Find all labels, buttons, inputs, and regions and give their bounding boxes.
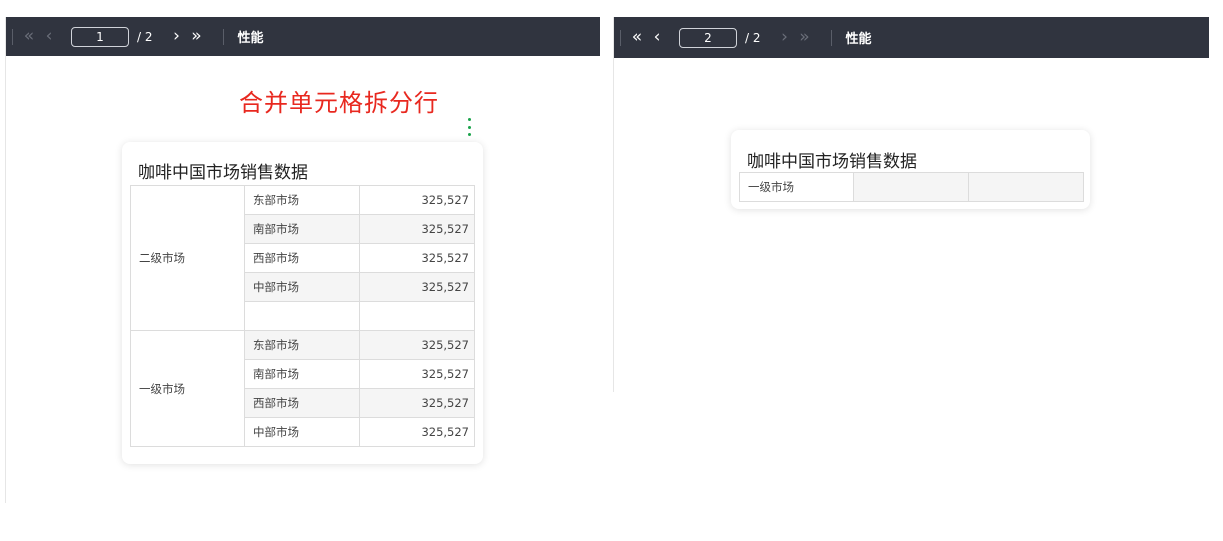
card-title: 咖啡中国市场销售数据 (138, 163, 308, 183)
table-card: 咖啡中国市场销售数据 二级市场 东部市场 325,527 南部市场 325,52… (122, 142, 483, 464)
toolbar-divider (222, 28, 224, 45)
card-title: 咖啡中国市场销售数据 (747, 152, 917, 172)
first-page-icon[interactable]: « (19, 28, 39, 45)
value-cell (968, 172, 1084, 202)
performance-button[interactable]: 性能 (238, 27, 264, 46)
last-page-icon[interactable]: » (795, 29, 815, 46)
first-page-icon[interactable]: « (627, 29, 647, 46)
page-total: / 2 (745, 30, 761, 45)
toolbar-divider (620, 29, 621, 46)
more-menu-icon[interactable] (465, 118, 473, 136)
report-heading: 合并单元格拆分行 (239, 89, 439, 117)
sales-table: 一级市场 (739, 172, 1084, 202)
next-page-icon[interactable]: › (775, 29, 795, 46)
table-card: 咖啡中国市场销售数据 一级市场 (731, 130, 1090, 209)
value-cell: 325,527 (359, 185, 475, 215)
group-cell: 一级市场 (739, 172, 854, 202)
market-cell (244, 301, 360, 331)
pagination-toolbar: « ‹ 1 / 2 › » 性能 (6, 17, 600, 56)
prev-page-icon[interactable]: ‹ (647, 29, 667, 46)
value-cell: 325,527 (359, 214, 475, 244)
value-cell: 325,527 (359, 388, 475, 418)
market-cell: 中部市场 (244, 272, 360, 302)
page-total: / 2 (137, 29, 153, 44)
value-cell: 325,527 (359, 417, 475, 447)
market-cell (853, 172, 969, 202)
market-cell: 南部市场 (244, 214, 360, 244)
last-page-icon[interactable]: » (187, 28, 207, 45)
group-cell: 二级市场 (130, 185, 245, 331)
table-row: 一级市场 (739, 172, 1084, 202)
value-cell: 325,527 (359, 243, 475, 273)
market-cell: 南部市场 (244, 359, 360, 389)
value-cell (359, 301, 475, 331)
page-number-input[interactable]: 2 (679, 27, 737, 48)
sales-table: 二级市场 东部市场 325,527 南部市场 325,527 西部市场 325,… (130, 185, 475, 447)
market-cell: 东部市场 (244, 330, 360, 360)
pagination-toolbar: « ‹ 2 / 2 › » 性能 (614, 17, 1209, 58)
table-row: 一级市场 东部市场 325,527 (130, 330, 475, 447)
performance-button[interactable]: 性能 (846, 28, 872, 47)
prev-page-icon[interactable]: ‹ (39, 28, 59, 45)
toolbar-divider (830, 29, 832, 46)
toolbar-divider (12, 28, 13, 45)
report-panel-page-2: « ‹ 2 / 2 › » 性能 咖啡中国市场销售数据 一级市场 (613, 17, 1209, 392)
market-cell: 西部市场 (244, 388, 360, 418)
table-row: 二级市场 东部市场 325,527 (130, 185, 475, 331)
report-panel-page-1: « ‹ 1 / 2 › » 性能 合并单元格拆分行 咖啡中国市场销售数据 二级市… (5, 17, 600, 503)
next-page-icon[interactable]: › (167, 28, 187, 45)
value-cell: 325,527 (359, 359, 475, 389)
market-cell: 中部市场 (244, 417, 360, 447)
page-number-input[interactable]: 1 (71, 26, 129, 47)
group-cell: 一级市场 (130, 330, 245, 447)
market-cell: 西部市场 (244, 243, 360, 273)
market-cell: 东部市场 (244, 185, 360, 215)
value-cell: 325,527 (359, 330, 475, 360)
value-cell: 325,527 (359, 272, 475, 302)
